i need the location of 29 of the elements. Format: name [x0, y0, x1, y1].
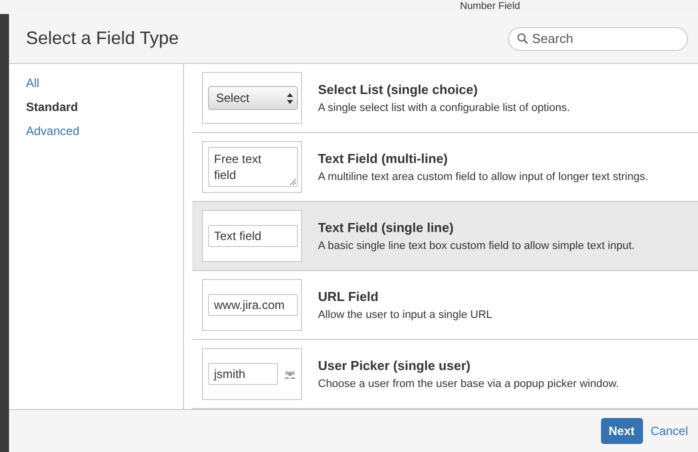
text-field: Text field [208, 225, 298, 247]
field-type-row[interactable]: Text field Text Field (single line) A basic single line text box custom field to allow simple text input. [192, 202, 698, 271]
field-type-description: A multiline text area custom field to allow input of longer text strings. [318, 171, 648, 183]
text-field: jsmith [208, 363, 278, 385]
textarea-field: Free text field [208, 147, 298, 187]
text-field: www.jira.com [208, 294, 298, 316]
users-icon [284, 370, 296, 378]
search-icon [517, 33, 528, 44]
sidebar-item[interactable]: All [26, 74, 183, 92]
updown-caret-icon [287, 92, 293, 104]
select-dropdown: Select [208, 86, 298, 110]
field-type-name: URL Field [318, 289, 380, 304]
dialog-title: Select a Field Type [26, 28, 179, 49]
field-type-description: A basic single line text box custom field to allow simple text input. [318, 240, 635, 252]
sidebar-item[interactable]: Standard [26, 98, 183, 116]
field-type-name: User Picker (single user) [318, 358, 472, 373]
next-button[interactable]: Next [600, 418, 643, 444]
field-type-name: Select List (single choice) [318, 82, 479, 97]
search-input[interactable]: Search [532, 31, 672, 46]
background-text: Number Field [460, 1, 520, 12]
field-type-description: Allow the user to input a single URL [318, 309, 492, 321]
field-type-name: Text Field (multi-line) [318, 151, 449, 166]
search-field[interactable]: Search [508, 26, 688, 50]
field-type-description: A single select list with a configurable list of options. [318, 102, 570, 114]
field-type-name: Text Field (single line) [318, 220, 455, 235]
sidebar-item[interactable]: Advanced [26, 122, 183, 140]
field-type-description: Choose a user from the user base via a popup picker window. [318, 378, 619, 390]
cancel-link[interactable]: Cancel [650, 424, 688, 438]
resize-grip-icon[interactable] [290, 179, 296, 185]
